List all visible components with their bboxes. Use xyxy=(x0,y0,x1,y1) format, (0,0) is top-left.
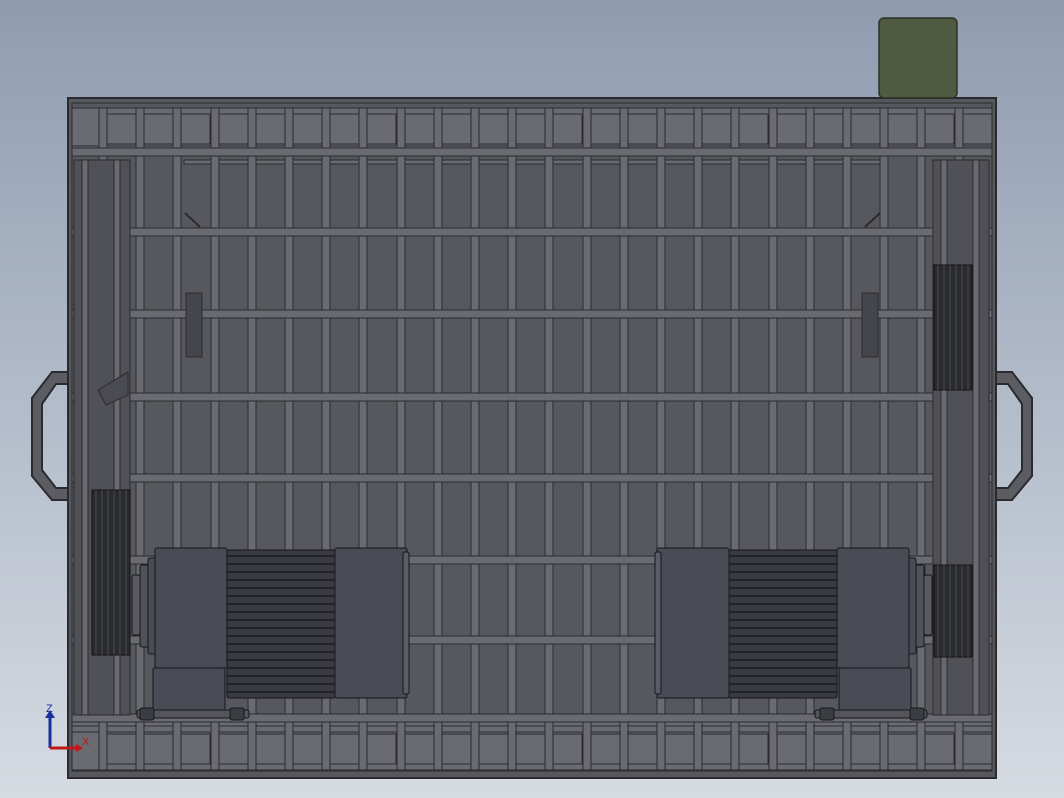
horizontal-bar xyxy=(71,309,993,319)
right-belt-block-lower xyxy=(933,564,973,658)
flange-disc xyxy=(923,574,933,636)
left-inner-bracket xyxy=(185,292,203,358)
gearbox-housing xyxy=(836,547,910,669)
horizontal-bar xyxy=(71,392,993,402)
vertical-bar xyxy=(135,107,145,771)
x-axis-label: X xyxy=(82,736,90,748)
motor-end-rim xyxy=(402,551,410,695)
flange-disc xyxy=(131,574,141,636)
motor-mount-bolt xyxy=(819,707,835,721)
vertical-bar xyxy=(470,107,480,771)
bottom-rail-upper-bar xyxy=(71,725,993,733)
right-inner-bracket xyxy=(861,292,879,358)
cad-viewport[interactable]: Z X xyxy=(0,0,1064,798)
right-handle xyxy=(995,371,1033,501)
gearbox-housing xyxy=(154,547,228,669)
horizontal-bar xyxy=(71,227,993,237)
motor-mount-bolt xyxy=(909,707,925,721)
vertical-bar xyxy=(544,107,554,771)
vertical-bar xyxy=(433,107,443,771)
right-belt-block-upper xyxy=(933,264,973,391)
motor-mount-bolt xyxy=(229,707,245,721)
left-side-guard-rail-a xyxy=(81,159,89,716)
top-box-body xyxy=(878,17,958,99)
vertical-bar xyxy=(582,107,592,771)
right-motor xyxy=(654,547,933,721)
vertical-bar xyxy=(507,107,517,771)
horizontal-bar xyxy=(71,147,993,157)
top-box xyxy=(878,17,958,99)
horizontal-bar xyxy=(71,473,993,483)
motor-mount-bolt xyxy=(139,707,155,721)
left-belt-block xyxy=(91,489,131,656)
vertical-bar xyxy=(916,107,926,771)
left-handle xyxy=(31,371,69,501)
z-axis-label: Z xyxy=(46,703,53,715)
cad-scene: Z X xyxy=(31,17,1033,779)
motor-end-cap xyxy=(334,547,408,699)
motor-end-rim xyxy=(654,551,662,695)
right-side-guard-rail-b xyxy=(972,159,980,716)
left-motor xyxy=(131,547,410,721)
gearbox-foot xyxy=(838,667,912,713)
gearbox-foot xyxy=(152,667,226,713)
motor-end-cap xyxy=(656,547,730,699)
vertical-bar xyxy=(619,107,629,771)
